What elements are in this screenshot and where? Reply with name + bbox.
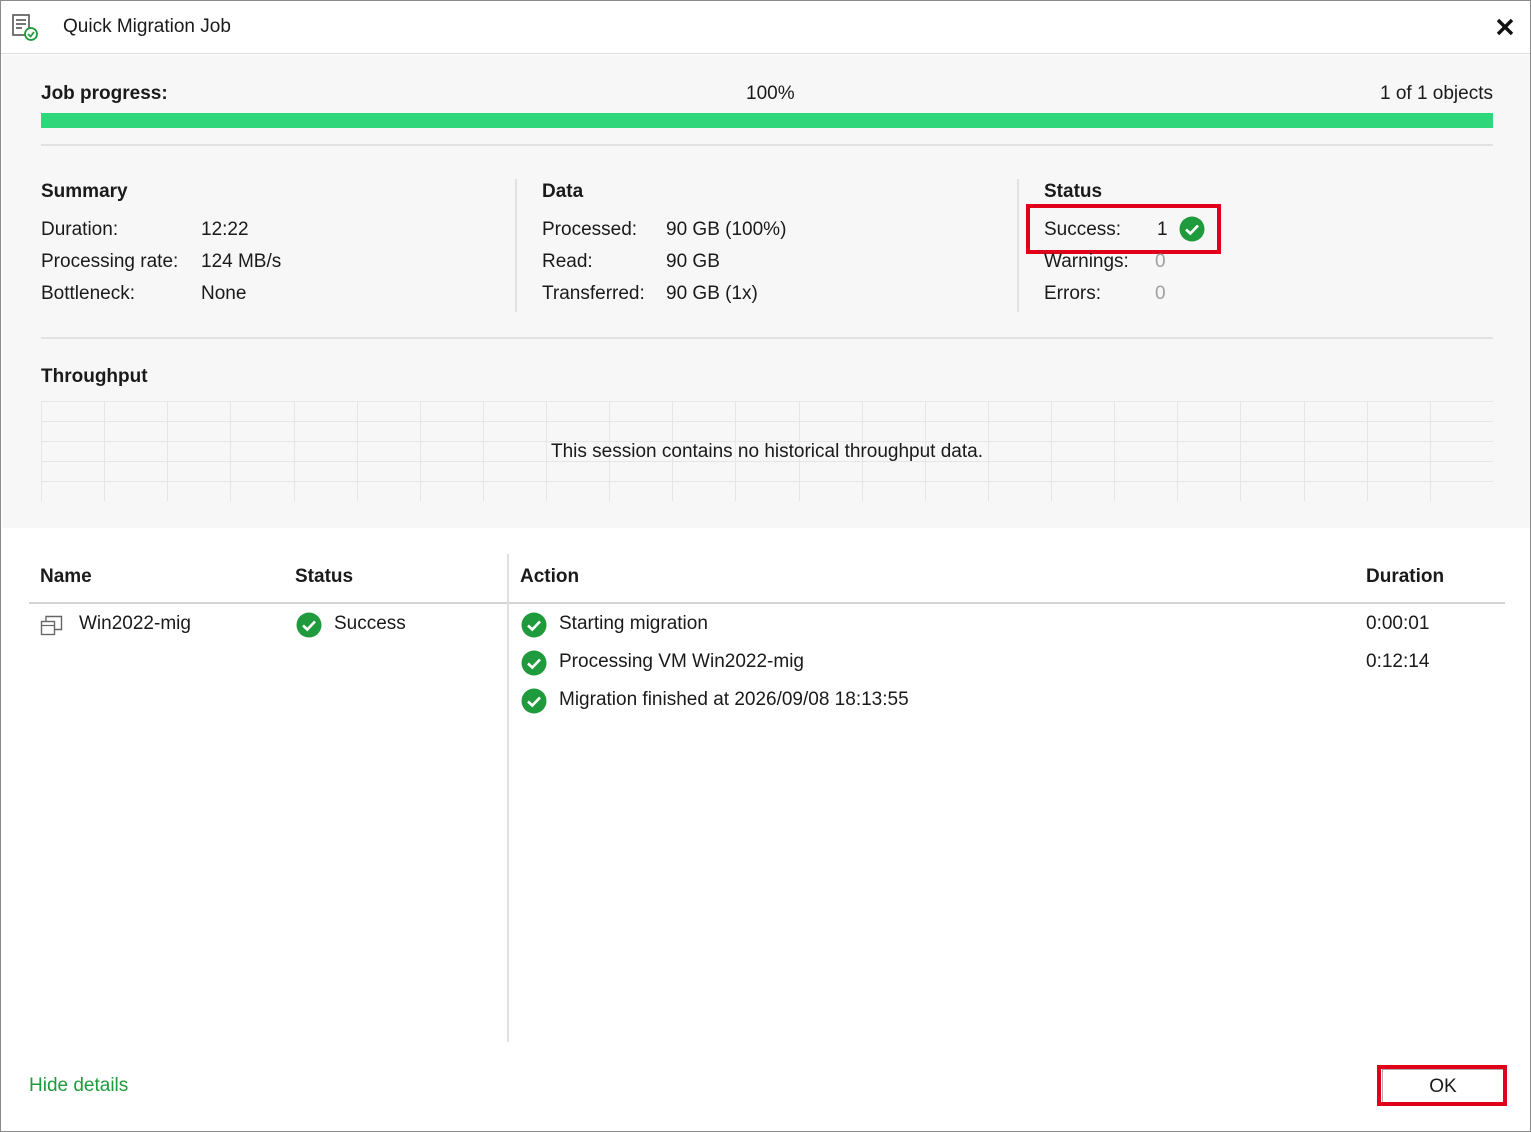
column-header-name[interactable]: Name xyxy=(40,566,92,588)
vm-icon xyxy=(40,614,64,638)
window-title: Quick Migration Job xyxy=(63,16,231,37)
divider xyxy=(41,337,1493,339)
check-circle-icon xyxy=(521,612,547,638)
action-row: Starting migration 0:00:01 xyxy=(510,608,1505,642)
status-label-warnings: Warnings: xyxy=(1044,251,1129,272)
check-circle-icon xyxy=(521,650,547,676)
summary-label-bottleneck: Bottleneck: xyxy=(41,283,135,304)
quick-migration-job-window: Quick Migration Job Job progress: 100% 1… xyxy=(0,0,1531,1132)
column-header-status[interactable]: Status xyxy=(295,566,353,588)
summary-label-processing-rate: Processing rate: xyxy=(41,251,179,272)
ok-highlight-box xyxy=(1377,1065,1507,1106)
summary-value-bottleneck: None xyxy=(201,283,247,304)
data-heading: Data xyxy=(542,181,584,202)
header-divider xyxy=(29,602,1505,604)
job-progress-bar xyxy=(41,113,1493,128)
action-duration: 0:12:14 xyxy=(1366,651,1430,672)
data-label-read: Read: xyxy=(542,251,593,272)
throughput-empty-message: This session contains no historical thro… xyxy=(551,441,983,462)
check-circle-icon xyxy=(296,612,322,638)
column-divider xyxy=(1017,179,1019,312)
job-progress-percent: 100% xyxy=(746,83,795,104)
data-value-transferred: 90 GB (1x) xyxy=(666,283,758,304)
check-circle-icon xyxy=(521,688,547,714)
job-progress-label: Job progress: xyxy=(41,83,168,104)
panel-splitter[interactable] xyxy=(507,554,509,1042)
throughput-chart: This session contains no historical thro… xyxy=(41,401,1494,502)
column-divider xyxy=(515,179,517,312)
status-value-warnings: 0 xyxy=(1155,251,1166,272)
action-text: Migration finished at 2026/09/08 18:13:5… xyxy=(559,689,909,710)
action-text: Processing VM Win2022-mig xyxy=(559,651,804,672)
success-highlight-box xyxy=(1026,204,1221,254)
status-heading: Status xyxy=(1044,181,1103,202)
object-row[interactable]: Win2022-mig Success xyxy=(29,608,505,642)
session-details-panel: Name Status Action Duration Win2022-mig … xyxy=(2,528,1530,1131)
column-header-duration[interactable]: Duration xyxy=(1366,566,1444,588)
summary-label-duration: Duration: xyxy=(41,219,119,240)
close-icon xyxy=(1496,18,1514,36)
job-overview-panel: Job progress: 100% 1 of 1 objects Summar… xyxy=(2,55,1530,528)
close-button[interactable] xyxy=(1489,11,1521,43)
data-label-transferred: Transferred: xyxy=(542,283,645,304)
title-bar: Quick Migration Job xyxy=(1,1,1530,54)
data-value-processed: 90 GB (100%) xyxy=(666,219,787,240)
column-header-action[interactable]: Action xyxy=(520,566,579,588)
action-row: Migration finished at 2026/09/08 18:13:5… xyxy=(510,684,1505,718)
action-text: Starting migration xyxy=(559,613,708,634)
object-name: Win2022-mig xyxy=(79,613,191,634)
job-progress-objects: 1 of 1 objects xyxy=(1379,83,1493,104)
status-value-errors: 0 xyxy=(1155,283,1166,304)
summary-heading: Summary xyxy=(41,181,128,202)
throughput-heading: Throughput xyxy=(41,366,148,387)
summary-value-duration: 12:22 xyxy=(201,219,249,240)
summary-value-processing-rate: 124 MB/s xyxy=(201,251,282,272)
action-row: Processing VM Win2022-mig 0:12:14 xyxy=(510,646,1505,680)
job-report-icon xyxy=(11,13,39,41)
divider xyxy=(41,144,1493,146)
data-value-read: 90 GB xyxy=(666,251,720,272)
status-label-errors: Errors: xyxy=(1044,283,1101,304)
data-label-processed: Processed: xyxy=(542,219,638,240)
hide-details-link[interactable]: Hide details xyxy=(29,1075,128,1097)
job-progress-fill xyxy=(41,113,1493,128)
action-duration: 0:00:01 xyxy=(1366,613,1430,634)
object-status: Success xyxy=(334,613,406,634)
